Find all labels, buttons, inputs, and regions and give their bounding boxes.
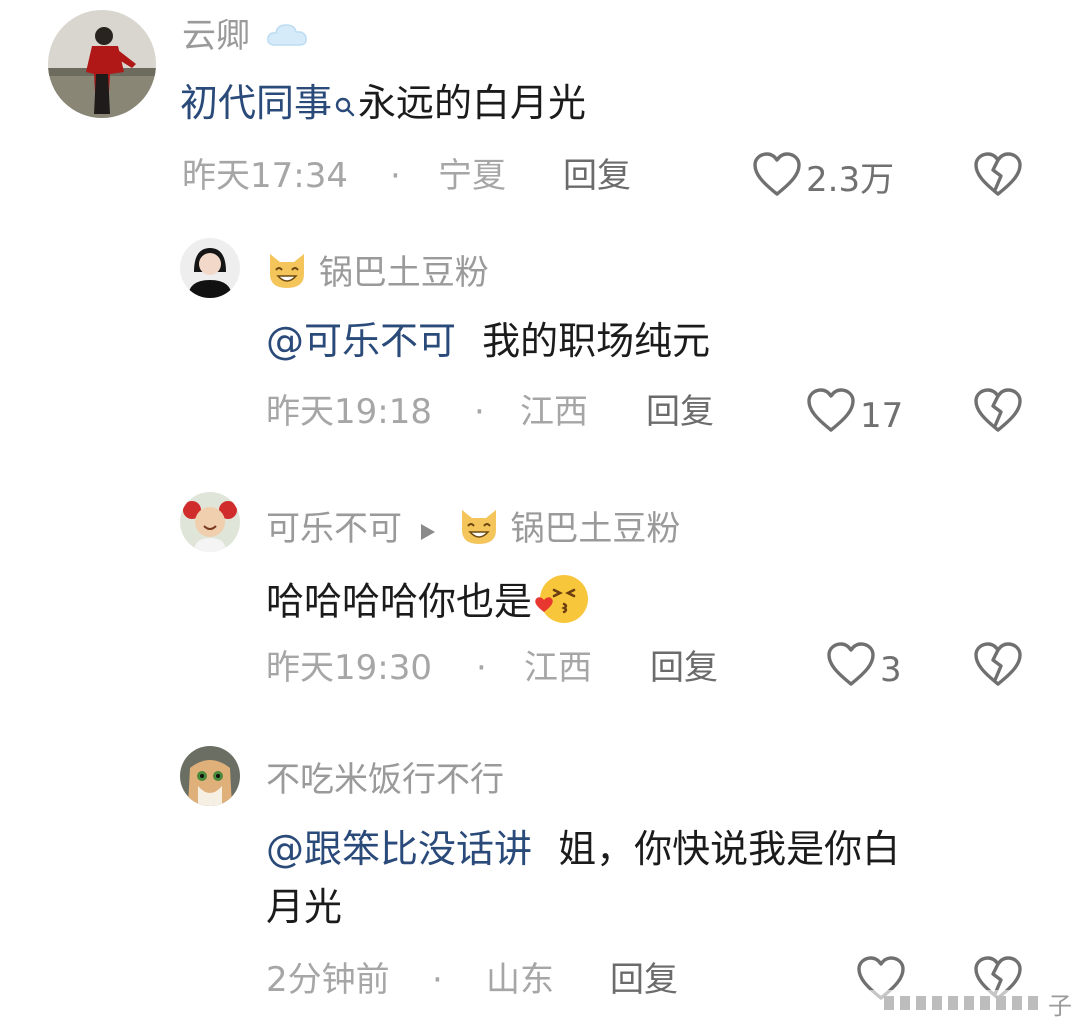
location: 山东 xyxy=(486,960,554,1000)
reply-button[interactable]: 回复 xyxy=(646,392,714,432)
reply-to-username[interactable]: 锅巴土豆粉 xyxy=(510,509,680,549)
timestamp: 昨天17:34 xyxy=(182,156,348,196)
timestamp: 2分钟前 xyxy=(266,960,390,1000)
username[interactable]: 锅巴土豆粉 xyxy=(319,253,489,293)
like-button[interactable]: 3 xyxy=(826,642,902,697)
location: 江西 xyxy=(520,392,588,432)
mention-link[interactable]: 初代同事 xyxy=(180,81,332,125)
like-count: 3 xyxy=(880,649,902,690)
location: 江西 xyxy=(524,648,592,688)
comment-text: 我的职场纯元 xyxy=(482,319,711,363)
broken-heart-icon xyxy=(973,152,1023,202)
username[interactable]: 不吃米饭行不行 xyxy=(266,760,504,800)
separator: · xyxy=(474,392,485,432)
broken-heart-icon xyxy=(973,388,1023,438)
reply-button[interactable]: 回复 xyxy=(610,960,678,1000)
location: 宁夏 xyxy=(438,156,506,196)
watermark: 子 xyxy=(870,986,1072,1020)
reply-button[interactable]: 回复 xyxy=(650,648,718,688)
comment-text-line2: 月光 xyxy=(266,885,343,929)
mention-link[interactable]: @跟笨比没话讲 xyxy=(266,827,532,871)
like-button[interactable]: 2.3万 xyxy=(752,152,894,207)
avatar-guoba[interactable] xyxy=(180,238,240,298)
separator: · xyxy=(432,960,443,1000)
watermark-strip xyxy=(870,990,1060,1014)
cloud-icon xyxy=(265,18,309,58)
username[interactable]: 云卿 xyxy=(182,16,250,56)
separator: · xyxy=(390,156,401,196)
cat-emoji-icon xyxy=(266,250,308,299)
timestamp: 昨天19:18 xyxy=(266,392,432,432)
username[interactable]: 可乐不可 xyxy=(266,509,402,549)
dislike-button[interactable] xyxy=(973,642,1023,692)
separator: · xyxy=(476,648,487,688)
avatar-kele[interactable] xyxy=(180,492,240,552)
kiss-emoji-icon xyxy=(532,572,592,636)
avatar-yunqing[interactable] xyxy=(48,10,156,118)
comment-text-line1: 姐，你快说我是你白 xyxy=(558,827,901,871)
dislike-button[interactable] xyxy=(973,388,1023,438)
timestamp: 昨天19:30 xyxy=(266,648,432,688)
like-count: 17 xyxy=(860,395,904,436)
broken-heart-icon xyxy=(973,642,1023,692)
heart-icon xyxy=(752,152,802,207)
dislike-button[interactable] xyxy=(973,152,1023,202)
comment-text: 哈哈哈哈你也是 xyxy=(266,579,533,624)
heart-icon xyxy=(806,388,856,443)
like-button[interactable]: 17 xyxy=(806,388,903,443)
mention-link[interactable]: @可乐不可 xyxy=(266,319,456,363)
search-icon[interactable] xyxy=(332,84,358,130)
reply-to-triangle-icon xyxy=(419,511,437,551)
watermark-text: 子 xyxy=(1048,992,1072,1020)
like-count: 2.3万 xyxy=(806,159,895,200)
cat-emoji-icon xyxy=(458,506,500,555)
reply-button[interactable]: 回复 xyxy=(563,156,631,196)
heart-icon xyxy=(826,642,876,697)
comment-text: 永远的白月光 xyxy=(358,81,587,125)
avatar-buchimifan[interactable] xyxy=(180,746,240,806)
